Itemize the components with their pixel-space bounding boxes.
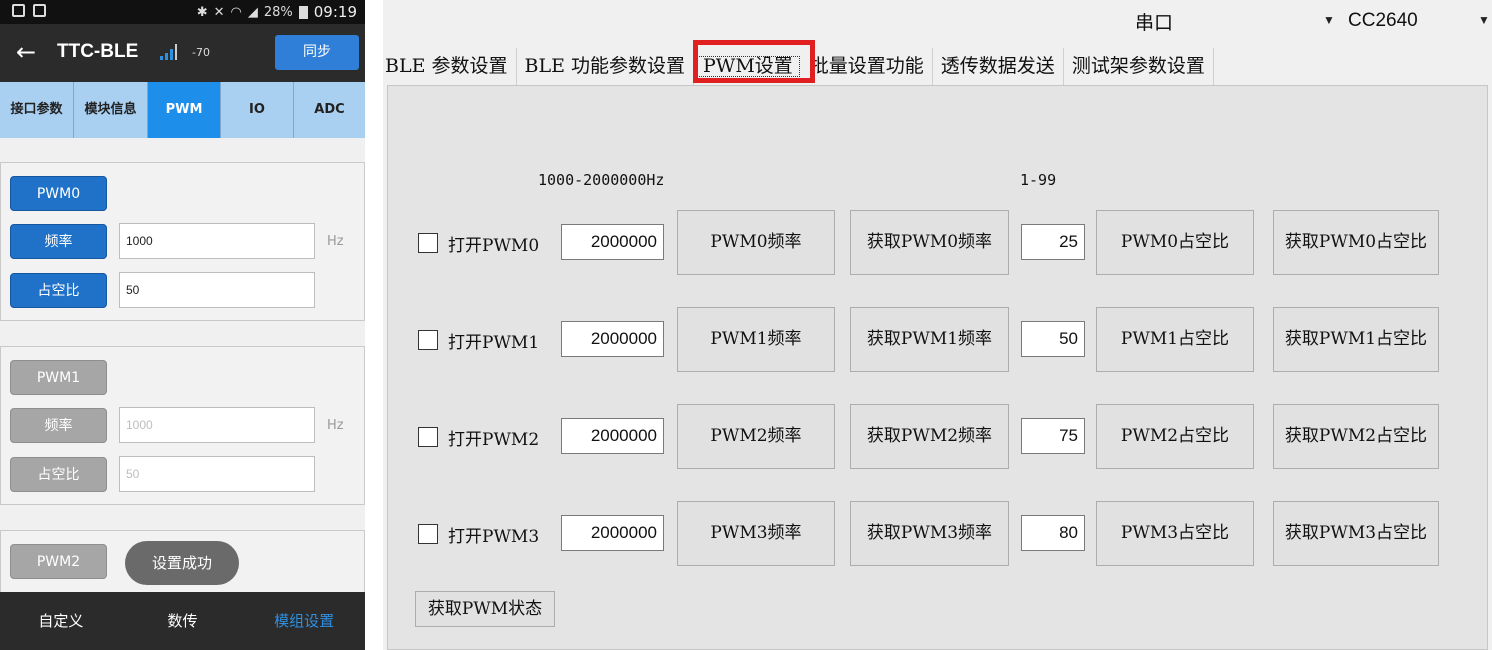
desktop-window: 串口 ▼ CC2640 ▼ BLE 参数设置 BLE 功能参数设置 PWM设置 … [383, 0, 1492, 650]
port-combo-value: 串口 [1135, 13, 1174, 34]
highlight-box [693, 40, 815, 83]
toast-message: 设置成功 [125, 541, 239, 585]
mute-icon: ✕ [213, 4, 225, 20]
tab-batch-settings[interactable]: 批量设置功能 [802, 48, 933, 85]
freq-range-hint: 1000-2000000Hz [538, 171, 665, 189]
open-pwm1-checkbox[interactable] [418, 330, 438, 350]
open-pwm2-checkbox[interactable] [418, 427, 438, 447]
pwm-settings-panel: 1000-2000000Hz 1-99 打开PWM0 2000000 PWM0频… [387, 85, 1488, 650]
get-pwm3-duty-button[interactable]: 获取PWM3占空比 [1273, 501, 1439, 566]
set-pwm3-freq-button[interactable]: PWM3频率 [677, 501, 835, 566]
get-pwm-status-button[interactable]: 获取PWM状态 [415, 591, 555, 627]
get-pwm2-freq-button[interactable]: 获取PWM2频率 [850, 404, 1009, 469]
app-title: TTC-BLE [57, 41, 139, 62]
tab-ble-params[interactable]: BLE 参数设置 [383, 48, 517, 85]
port-combo[interactable]: 串口 ▼ [1135, 4, 1335, 38]
open-pwm3-label: 打开PWM3 [448, 527, 540, 547]
bluetooth-icon: ✱ [196, 4, 208, 20]
pwm2-duty-input[interactable]: 75 [1021, 418, 1085, 454]
set-pwm2-duty-button[interactable]: PWM2占空比 [1096, 404, 1254, 469]
pwm0-duty-input[interactable]: 50 [119, 272, 315, 308]
status-time: 09:19 [313, 3, 357, 21]
get-pwm1-duty-button[interactable]: 获取PWM1占空比 [1273, 307, 1439, 372]
dropdown-arrow-icon: ▼ [1323, 13, 1335, 27]
pwm3-freq-input[interactable]: 2000000 [561, 515, 664, 551]
tab-test-fixture-params[interactable]: 测试架参数设置 [1064, 48, 1214, 85]
get-pwm3-freq-button[interactable]: 获取PWM3频率 [850, 501, 1009, 566]
set-pwm3-duty-button[interactable]: PWM3占空比 [1096, 501, 1254, 566]
pwm1-freq-input[interactable]: 1000 [119, 407, 315, 443]
tab-module-info[interactable]: 模块信息 [74, 82, 148, 138]
pwm1-freq-input[interactable]: 2000000 [561, 321, 664, 357]
wifi-icon: ◠ [230, 4, 242, 20]
module-tabs: 接口参数 模块信息 PWM IO ADC [0, 82, 365, 138]
get-pwm0-freq-button[interactable]: 获取PWM0频率 [850, 210, 1009, 275]
pwm0-freq-button[interactable]: 频率 [10, 224, 107, 259]
cell-signal-icon: ◢ [247, 4, 258, 20]
tab-pwm[interactable]: PWM [148, 82, 221, 138]
set-pwm2-freq-button[interactable]: PWM2频率 [677, 404, 835, 469]
pwm1-duty-button[interactable]: 占空比 [10, 457, 107, 492]
pwm2-button[interactable]: PWM2 [10, 544, 107, 579]
set-pwm0-freq-button[interactable]: PWM0频率 [677, 210, 835, 275]
pwm0-duty-button[interactable]: 占空比 [10, 273, 107, 308]
pwm1-freq-unit: Hz [327, 418, 344, 433]
nav-custom[interactable]: 自定义 [0, 592, 122, 650]
tab-passthrough-send[interactable]: 透传数据发送 [933, 48, 1064, 85]
sync-button[interactable]: 同步 [275, 35, 359, 70]
pwm2-freq-input[interactable]: 2000000 [561, 418, 664, 454]
open-pwm1-label: 打开PWM1 [448, 333, 540, 353]
set-pwm1-duty-button[interactable]: PWM1占空比 [1096, 307, 1254, 372]
pwm1-button[interactable]: PWM1 [10, 360, 107, 395]
rssi-signal-icon [160, 44, 177, 60]
status-bar: ✱ ✕ ◠ ◢ 28% 09:19 [0, 0, 365, 24]
battery-icon [298, 5, 308, 19]
pwm0-freq-input[interactable]: 2000000 [561, 224, 664, 260]
pwm0-freq-input[interactable]: 1000 [119, 223, 315, 259]
tab-interface-params[interactable]: 接口参数 [0, 82, 74, 138]
notification-icon [12, 4, 25, 17]
pwm0-button[interactable]: PWM0 [10, 176, 107, 211]
pwm3-duty-input[interactable]: 80 [1021, 515, 1085, 551]
back-arrow-icon[interactable]: ← [16, 38, 36, 66]
bottom-nav: 自定义 数传 模组设置 [0, 592, 365, 650]
duty-range-hint: 1-99 [1020, 171, 1057, 189]
device-combo-value: CC2640 [1348, 10, 1418, 31]
open-pwm0-label: 打开PWM0 [448, 236, 540, 256]
rssi-value: -70 [192, 46, 210, 59]
tab-adc[interactable]: ADC [294, 82, 365, 138]
get-pwm2-duty-button[interactable]: 获取PWM2占空比 [1273, 404, 1439, 469]
pwm1-duty-input[interactable]: 50 [1021, 321, 1085, 357]
get-pwm1-freq-button[interactable]: 获取PWM1频率 [850, 307, 1009, 372]
pwm0-freq-unit: Hz [327, 234, 344, 249]
app-bar: ← TTC-BLE -70 同步 [0, 24, 365, 82]
nav-data-transfer[interactable]: 数传 [122, 592, 244, 650]
battery-percent: 28% [263, 4, 293, 20]
tab-ble-function-params[interactable]: BLE 功能参数设置 [517, 48, 694, 85]
open-pwm3-checkbox[interactable] [418, 524, 438, 544]
tab-io[interactable]: IO [221, 82, 294, 138]
gallery-icon [33, 4, 46, 17]
pwm1-freq-button[interactable]: 频率 [10, 408, 107, 443]
nav-module-settings[interactable]: 模组设置 [243, 592, 365, 650]
open-pwm2-label: 打开PWM2 [448, 430, 540, 450]
dropdown-arrow-icon: ▼ [1478, 13, 1490, 27]
open-pwm0-checkbox[interactable] [418, 233, 438, 253]
get-pwm0-duty-button[interactable]: 获取PWM0占空比 [1273, 210, 1439, 275]
set-pwm0-duty-button[interactable]: PWM0占空比 [1096, 210, 1254, 275]
phone-screen: ✱ ✕ ◠ ◢ 28% 09:19 ← TTC-BLE -70 同步 接口参数 … [0, 0, 365, 650]
pwm0-duty-input[interactable]: 25 [1021, 224, 1085, 260]
set-pwm1-freq-button[interactable]: PWM1频率 [677, 307, 835, 372]
device-combo[interactable]: CC2640 ▼ [1348, 4, 1492, 38]
pwm1-duty-input[interactable]: 50 [119, 456, 315, 492]
